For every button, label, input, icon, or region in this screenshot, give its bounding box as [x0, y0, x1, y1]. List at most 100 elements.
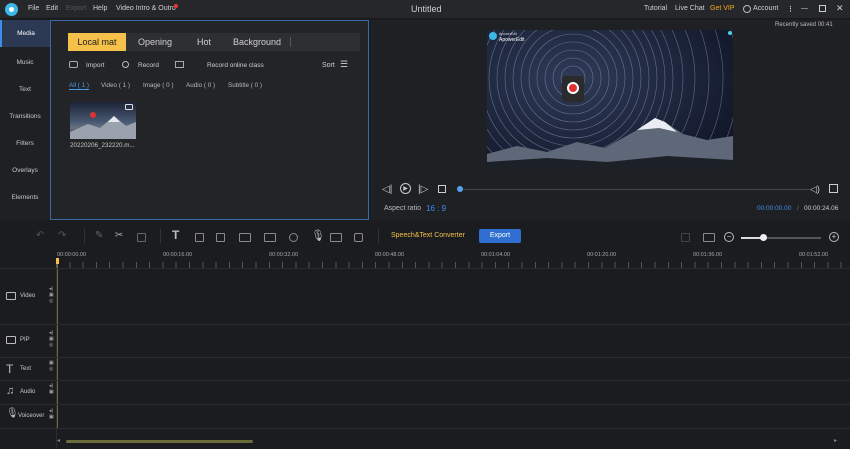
- audio-track-icon: ♫: [6, 385, 15, 397]
- filter-video[interactable]: Video ( 1 ): [101, 82, 130, 89]
- audio-track-controls[interactable]: ◂) ▣: [49, 383, 54, 395]
- playback-progress-handle[interactable]: [457, 186, 463, 192]
- menu-edit[interactable]: Edit: [46, 5, 58, 12]
- more-menu-icon[interactable]: ⋮: [787, 5, 794, 13]
- record-app-icon: [562, 76, 584, 102]
- media-file-name: 20220206_232220.m...: [70, 142, 135, 149]
- tab-background[interactable]: Background: [226, 33, 288, 51]
- snap-icon[interactable]: [681, 233, 690, 242]
- title-bar: File Edit Export Help Video Intro & Outr…: [0, 0, 850, 19]
- zoom-out-icon[interactable]: −: [724, 232, 734, 242]
- preview-corner-dot-icon: [728, 31, 732, 35]
- scroll-left-icon[interactable]: ◂: [57, 437, 60, 444]
- filter-subtitle[interactable]: Subtitle ( 0 ): [228, 82, 262, 89]
- minimize-icon[interactable]: —: [801, 5, 808, 12]
- menu-file[interactable]: File: [28, 5, 39, 12]
- sidebar-item-transitions[interactable]: Transitions: [0, 113, 50, 120]
- filter-audio[interactable]: Audio ( 0 ): [186, 82, 215, 89]
- window-title: Untitled: [411, 4, 442, 14]
- sidebar-item-text[interactable]: Text: [0, 86, 50, 93]
- split-icon[interactable]: ✂: [115, 230, 123, 241]
- playback-progress-track[interactable]: [460, 189, 810, 190]
- track-label-pip: PIP: [20, 337, 30, 343]
- mosaic-icon[interactable]: [239, 233, 251, 242]
- menu-export: Export: [66, 5, 87, 12]
- zoom-tool-icon[interactable]: [216, 233, 225, 242]
- voiceover-track-controls[interactable]: ◂) ▣: [49, 408, 54, 420]
- track-label-audio: Audio: [20, 389, 36, 395]
- filter-image[interactable]: Image ( 0 ): [143, 82, 173, 89]
- export-button[interactable]: Export: [479, 229, 521, 243]
- zoom-slider-track[interactable]: [741, 237, 821, 239]
- speech-text-converter-button[interactable]: Speech&Text Converter: [391, 232, 465, 239]
- account-icon[interactable]: [743, 5, 751, 13]
- app-logo-icon: [5, 3, 18, 16]
- record-online-button[interactable]: Record online class: [207, 62, 264, 69]
- color-fill-icon[interactable]: [354, 233, 363, 242]
- duration-icon[interactable]: [289, 233, 298, 242]
- menu-help[interactable]: Help: [93, 5, 107, 12]
- prev-frame-icon[interactable]: ◁|: [382, 184, 392, 195]
- account-button[interactable]: Account: [753, 5, 778, 12]
- get-vip-link[interactable]: Get VIP: [710, 5, 735, 12]
- ruler-label: 00:00:16.00: [163, 252, 193, 258]
- play-icon[interactable]: ▶: [400, 183, 411, 194]
- sidebar-item-elements[interactable]: Elements: [0, 194, 50, 201]
- ruler-label: 00:01:20.00: [587, 252, 617, 258]
- pip-track-controls[interactable]: ◂) ▣ ◎: [49, 330, 54, 348]
- track-label-text: Text: [20, 366, 32, 372]
- ruler-label: 00:01:04.00: [481, 252, 511, 258]
- tab-hot[interactable]: Hot: [186, 33, 222, 51]
- stop-icon[interactable]: [438, 185, 446, 193]
- ruler-label: 00:01:36.00: [693, 252, 723, 258]
- maximize-icon[interactable]: [819, 5, 826, 12]
- mic-icon[interactable]: 🎙: [311, 229, 325, 242]
- record-icon[interactable]: [122, 61, 129, 68]
- horizontal-scrollbar[interactable]: [66, 440, 253, 443]
- delete-icon[interactable]: [137, 233, 146, 242]
- import-icon[interactable]: [69, 61, 78, 68]
- live-chat-link[interactable]: Live Chat: [675, 5, 705, 12]
- tab-local-mat[interactable]: Local mat: [68, 33, 126, 51]
- record-button[interactable]: Record: [138, 62, 159, 69]
- zoom-in-icon[interactable]: +: [829, 232, 839, 242]
- text-tool-icon[interactable]: T: [172, 228, 179, 242]
- menu-video-intro[interactable]: Video Intro & Outro: [116, 5, 176, 12]
- zoom-slider-handle[interactable]: [760, 234, 767, 241]
- fit-timeline-icon[interactable]: [703, 233, 715, 242]
- track-label-video: Video: [20, 293, 36, 299]
- notification-dot-icon: [174, 4, 178, 8]
- record-online-icon[interactable]: [175, 61, 184, 68]
- media-thumbnail[interactable]: [70, 102, 136, 139]
- close-icon[interactable]: ✕: [836, 3, 844, 14]
- scroll-right-icon[interactable]: ▸: [834, 437, 837, 444]
- sidebar-item-filters[interactable]: Filters: [0, 140, 50, 147]
- undo-icon[interactable]: ↶: [36, 230, 44, 241]
- video-preview[interactable]: ApowerEdit ApowerEdit: [487, 30, 733, 170]
- startrail-image: [487, 30, 733, 170]
- text-track-controls[interactable]: ▣ ◎: [49, 360, 54, 372]
- subtitle-icon[interactable]: [330, 233, 342, 242]
- aspect-ratio-value[interactable]: 16 : 9: [426, 204, 446, 213]
- tutorial-link[interactable]: Tutorial: [644, 5, 667, 12]
- video-track-controls[interactable]: ◂) ▣ ◎: [49, 286, 54, 304]
- edit-pencil-icon[interactable]: ✎: [95, 230, 103, 241]
- crop-icon[interactable]: [195, 233, 204, 242]
- ruler-label: 00:00:32.00: [269, 252, 299, 258]
- sidebar-item-music[interactable]: Music: [0, 59, 50, 66]
- sidebar-item-media[interactable]: Media: [0, 20, 50, 47]
- fullscreen-icon[interactable]: [829, 184, 838, 193]
- sort-icon[interactable]: ☰: [340, 59, 348, 70]
- tab-opening[interactable]: Opening: [130, 33, 180, 51]
- import-button[interactable]: Import: [86, 62, 104, 69]
- aspect-ratio-label: Aspect ratio: [384, 205, 421, 212]
- media-panel: Local mat Opening Hot Background Import …: [50, 20, 369, 220]
- tab-divider: [290, 37, 291, 47]
- sidebar-item-overlays[interactable]: Overlays: [0, 167, 50, 174]
- next-frame-icon[interactable]: |▷: [418, 184, 428, 195]
- redo-icon[interactable]: ↷: [58, 230, 66, 241]
- filter-all[interactable]: All ( 1 ): [69, 82, 89, 90]
- sort-button[interactable]: Sort: [322, 62, 335, 69]
- freeze-frame-icon[interactable]: [264, 233, 276, 242]
- volume-icon[interactable]: ◁): [810, 184, 820, 195]
